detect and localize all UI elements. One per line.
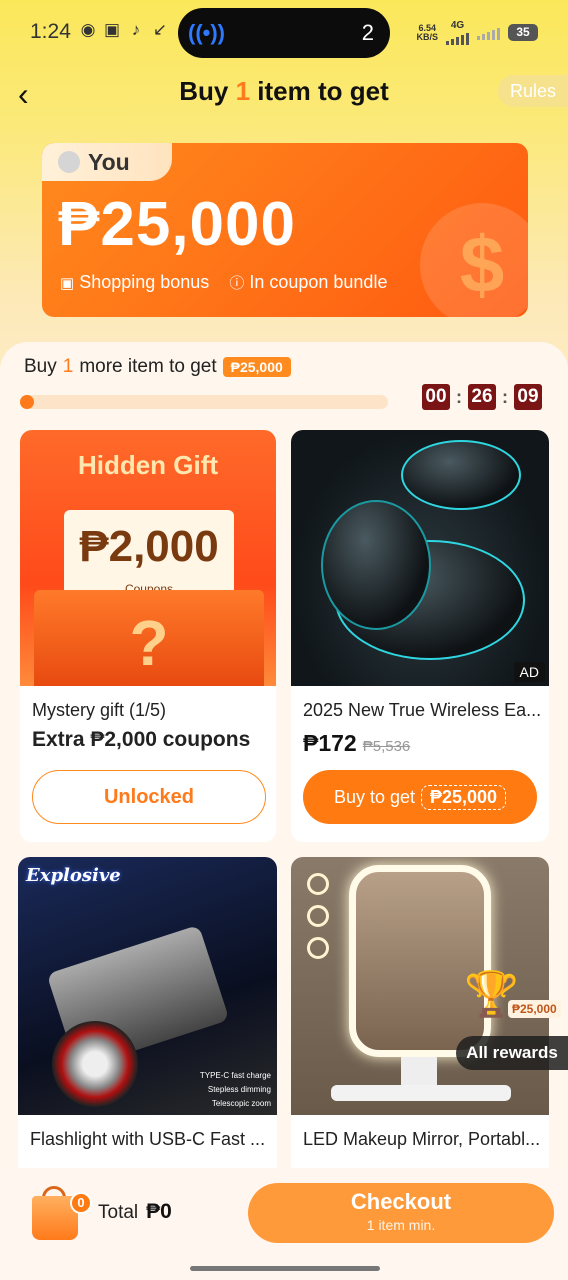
- shop-icon: ▣: [103, 20, 121, 39]
- unlocked-button[interactable]: Unlocked: [32, 770, 266, 824]
- coupon-bundle-info[interactable]: ⓘ In coupon bundle: [229, 272, 387, 293]
- hidden-gift-title: Hidden Gift: [77, 450, 219, 480]
- system-status: 6.54 KB/S 4G 35: [416, 20, 538, 45]
- earbud-left: [321, 500, 431, 630]
- checkout-sub: 1 item min.: [366, 1217, 436, 1233]
- checkout-label: Checkout: [350, 1189, 452, 1214]
- product-title: Flashlight with USB-C Fast ...: [30, 1129, 266, 1149]
- title-prefix: Buy: [179, 76, 236, 106]
- progress-prefix: Buy: [24, 356, 57, 377]
- timer-hours: 00: [422, 384, 450, 410]
- timer-minutes: 26: [468, 384, 496, 410]
- net-speed-unit: KB/S: [416, 31, 438, 42]
- flashlight-image: Explosive TYPE-C fast charge Stepless di…: [18, 857, 277, 1115]
- question-circle-icon: ⓘ: [229, 275, 245, 292]
- explosive-badge: Explosive: [26, 865, 121, 886]
- product-price: ₱172: [303, 730, 357, 756]
- feature-item: Stepless dimming: [207, 1085, 271, 1094]
- bonus-meta: ▣ Shopping bonus ⓘ In coupon bundle: [60, 272, 387, 293]
- title-number: 1: [235, 76, 251, 106]
- shopping-bonus: ▣ Shopping bonus: [60, 272, 209, 293]
- notification-icons: ◉ ▣ ♪ ↙: [78, 20, 170, 40]
- home-indicator[interactable]: [190, 1266, 380, 1271]
- you-tab: You: [42, 143, 172, 181]
- cell-signal-icon: 4G: [446, 20, 469, 45]
- case-lid: [401, 440, 521, 510]
- coupon-bundle-label: In coupon bundle: [249, 272, 388, 292]
- earbuds-image: AD: [291, 430, 549, 686]
- feature-list: TYPE-C fast charge Stepless dimming Tele…: [200, 1069, 271, 1111]
- you-label: You: [88, 148, 130, 175]
- page-title: Buy 1 item to get: [0, 76, 568, 107]
- cart-total: Total ₱0: [98, 1200, 172, 1224]
- price-row: ₱172 ₱5,536: [303, 730, 410, 757]
- bonus-hero-card: You ₱25,000 $ ▣ Shopping bonus ⓘ In coup…: [42, 143, 528, 317]
- buy-to-get-button[interactable]: Buy to get ₱25,000: [303, 770, 537, 824]
- net-speed: 6.54 KB/S: [416, 23, 438, 42]
- dynamic-island[interactable]: ((•)) 2: [178, 8, 390, 58]
- buy-button-amount: ₱25,000: [421, 784, 507, 810]
- progress-text: Buy 1 more item to get ₱25,000: [24, 356, 291, 378]
- hidden-gift-image: Hidden Gift ₱2,000 Coupons ?: [20, 430, 276, 686]
- product-title: Mystery gift (1/5): [32, 700, 167, 720]
- bonus-amount: ₱25,000: [58, 190, 296, 259]
- coupon-amount: ₱2,000: [79, 522, 219, 571]
- missed-call-icon: ↙: [152, 20, 168, 39]
- countdown-timer: 00 : 26 : 09: [422, 384, 542, 410]
- island-count: 2: [361, 20, 374, 45]
- product-title: 2025 New True Wireless Ea...: [303, 700, 542, 720]
- product-old-price: ₱5,536: [362, 738, 411, 755]
- status-bar: 1:24 ◉ ▣ ♪ ↙ ((•)) 2 6.54 KB/S 4G 35: [0, 0, 568, 64]
- mystery-gift-card[interactable]: Hidden Gift ₱2,000 Coupons ? Mystery gif…: [20, 430, 276, 842]
- bag-outline-icon: ▣: [60, 274, 75, 292]
- tiktok-icon: ♪: [131, 20, 141, 39]
- dollar-coin-icon: $: [420, 203, 528, 317]
- gift-box-icon: ?: [34, 590, 264, 686]
- progress-number: 1: [62, 356, 74, 377]
- all-rewards-widget[interactable]: 🏆 ₱25,000 All rewards: [456, 960, 568, 1072]
- checkout-button[interactable]: Checkout 1 item min.: [248, 1183, 554, 1243]
- ad-badge: AD: [513, 662, 545, 682]
- network-type: 4G: [450, 20, 465, 31]
- progress-bar: [20, 395, 388, 409]
- flashlight-card[interactable]: Explosive TYPE-C fast charge Stepless di…: [18, 857, 277, 1187]
- checkout-bar: 0 Total ₱0 Checkout 1 item min.: [0, 1168, 568, 1280]
- title-suffix: item to get: [250, 76, 389, 106]
- flashlight-lens: [52, 1021, 138, 1107]
- total-label: Total: [98, 1202, 139, 1223]
- reward-amount-pill: ₱25,000: [222, 357, 291, 377]
- rules-button[interactable]: Rules: [498, 75, 568, 107]
- timer-seconds: 09: [514, 384, 542, 410]
- shopping-bonus-label: Shopping bonus: [79, 272, 210, 292]
- total-value: ₱0: [146, 1200, 172, 1223]
- progress-indicator: [20, 395, 34, 409]
- feature-item: Telescopic zoom: [211, 1099, 271, 1108]
- shopping-bag-icon[interactable]: 0: [28, 1182, 92, 1242]
- cart-count-badge: 0: [70, 1192, 92, 1214]
- earbuds-card[interactable]: AD 2025 New True Wireless Ea... ₱172 ₱5,…: [291, 430, 549, 842]
- rewards-amount: ₱25,000: [508, 1000, 561, 1018]
- cell-signal-2-icon: [477, 26, 500, 40]
- broadcast-icon: ((•)): [188, 20, 226, 45]
- avatar: [58, 151, 80, 173]
- feature-item: TYPE-C fast charge: [199, 1071, 271, 1080]
- battery-icon: 35: [508, 24, 538, 41]
- product-title: LED Makeup Mirror, Portabl...: [303, 1129, 541, 1149]
- all-rewards-label: All rewards: [456, 1036, 568, 1070]
- product-subtitle: Extra ₱2,000 coupons: [32, 728, 251, 751]
- status-time: 1:24: [30, 20, 71, 43]
- messenger-icon: ◉: [80, 20, 96, 39]
- buy-button-label: Buy to get: [333, 786, 415, 807]
- progress-suffix: more item to get: [79, 356, 217, 377]
